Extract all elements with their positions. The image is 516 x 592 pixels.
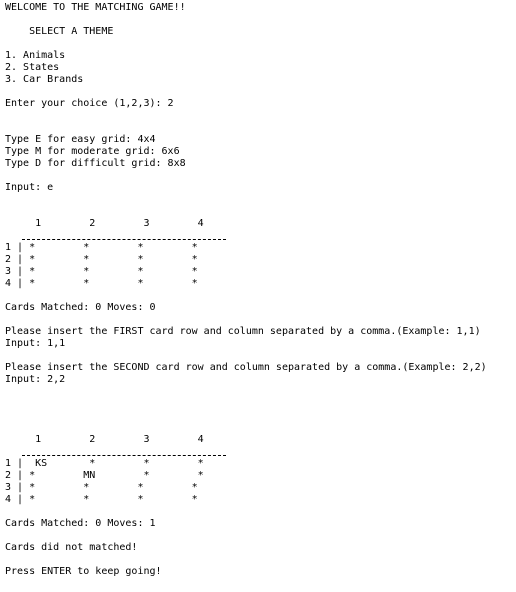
board1-divider bbox=[22, 238, 226, 240]
grid-input-prompt: Input: e bbox=[5, 182, 54, 193]
theme-option-1: 1. Animals bbox=[5, 50, 66, 61]
grid-option-difficult: Type D for difficult grid: 8x8 bbox=[5, 158, 186, 169]
board2-status: Cards Matched: 0 Moves: 1 bbox=[5, 518, 156, 529]
select-theme-heading: SELECT A THEME bbox=[5, 26, 114, 37]
terminal-window: WELCOME TO THE MATCHING GAME!! SELECT A … bbox=[0, 0, 516, 592]
board1-row-4: 4 | * * * * bbox=[5, 278, 198, 289]
board2-row-3: 3 | * * * * bbox=[5, 482, 198, 493]
grid-option-easy: Type E for easy grid: 4x4 bbox=[5, 134, 156, 145]
board1-row-3: 3 | * * * * bbox=[5, 266, 198, 277]
first-card-input: Input: 1,1 bbox=[5, 338, 66, 349]
board2-column-header: 1 2 3 4 bbox=[5, 434, 204, 445]
mismatch-message: Cards did not matched! bbox=[5, 542, 138, 553]
choice-prompt: Enter your choice (1,2,3): 2 bbox=[5, 98, 174, 109]
theme-option-2: 2. States bbox=[5, 62, 60, 73]
continue-prompt[interactable]: Press ENTER to keep going! bbox=[5, 566, 162, 578]
board1-column-header: 1 2 3 4 bbox=[5, 218, 204, 229]
board2-divider bbox=[22, 454, 226, 456]
second-card-input: Input: 2,2 bbox=[5, 374, 66, 385]
grid-option-moderate: Type M for moderate grid: 6x6 bbox=[5, 146, 180, 157]
board2-row-4: 4 | * * * * bbox=[5, 494, 198, 505]
first-card-prompt: Please insert the FIRST card row and col… bbox=[5, 326, 481, 337]
board1-status: Cards Matched: 0 Moves: 0 bbox=[5, 302, 156, 313]
board2-row-2: 2 | * MN * * bbox=[5, 470, 204, 481]
second-card-prompt: Please insert the SECOND card row and co… bbox=[5, 362, 487, 373]
board1-row-2: 2 | * * * * bbox=[5, 254, 198, 265]
board2-row-1: 1 | KS * * * bbox=[5, 458, 204, 469]
theme-option-3: 3. Car Brands bbox=[5, 74, 84, 85]
welcome-line: WELCOME TO THE MATCHING GAME!! bbox=[5, 2, 186, 13]
board1-row-1: 1 | * * * * bbox=[5, 242, 198, 253]
